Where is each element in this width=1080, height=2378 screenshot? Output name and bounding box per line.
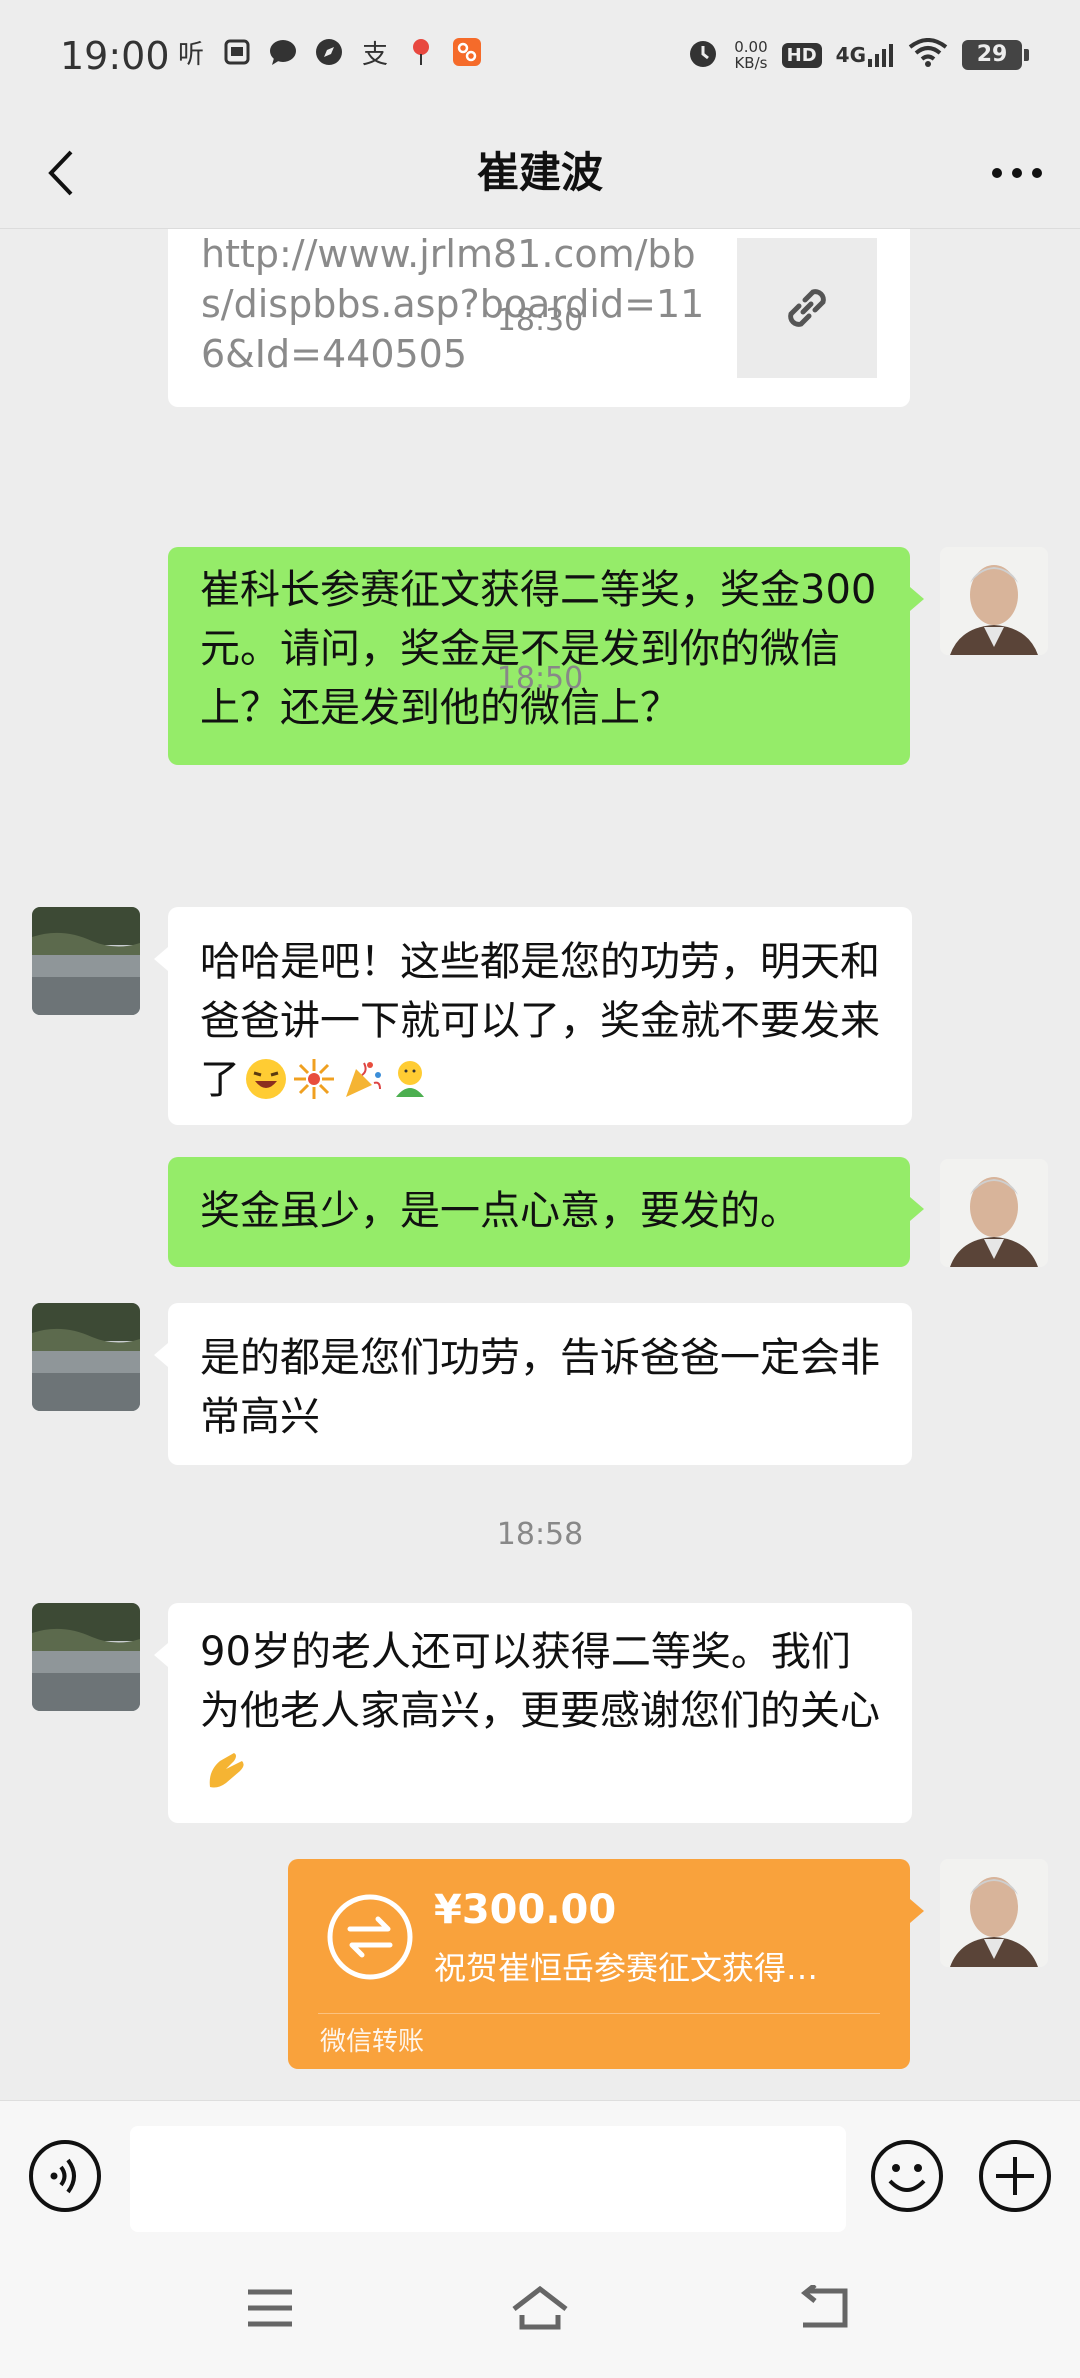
message-list[interactable]: http://www.jrlm81.com/bbs/dispbbs.asp?bo…: [0, 229, 1080, 2099]
battery-indicator: 29: [962, 40, 1029, 70]
chat-header: 崔建波: [0, 118, 1080, 229]
laughing-emoji-icon: [246, 1059, 286, 1099]
my-avatar[interactable]: [940, 1159, 1048, 1267]
voice-icon: [29, 2140, 101, 2212]
message-text: 是的都是您们功劳，告诉爸爸一定会非常高兴: [200, 1335, 880, 1440]
timestamp: 18:50: [496, 661, 584, 696]
more-icon: [992, 168, 1042, 178]
wifi-icon: [908, 38, 948, 72]
clapping-hands-emoji-icon: [209, 1753, 244, 1788]
smiley-icon: [871, 2140, 943, 2212]
party-popper-emoji-icon: [346, 1062, 381, 1097]
transfer-label: 微信转账: [320, 2027, 425, 2057]
signal-label: 4G: [835, 43, 866, 67]
timestamp: 18:58: [496, 1517, 584, 1552]
my-avatar[interactable]: [940, 547, 1048, 655]
compass-icon: [313, 36, 345, 68]
home-icon: [512, 2285, 568, 2330]
chat-title: 崔建波: [476, 148, 603, 197]
network-speed-unit: KB/s: [734, 54, 768, 72]
chat-icon: [267, 36, 299, 68]
my-avatar[interactable]: [940, 1859, 1048, 1967]
back-icon: [800, 2285, 848, 2328]
input-bar: [0, 2100, 1080, 2243]
message-text: 崔科长参赛征文获得二等奖，奖金300元。请问，奖金是不是发到你的微信上？还是发到…: [200, 567, 877, 731]
message-input[interactable]: [130, 2126, 846, 2232]
transfer-icon: [327, 1894, 413, 1980]
sent-message[interactable]: 崔科长参赛征文获得二等奖，奖金300元。请问，奖金是不是发到你的微信上？还是发到…: [168, 547, 924, 765]
back-nav-button[interactable]: [784, 2273, 864, 2343]
fireworks-emoji-icon: [294, 1059, 334, 1099]
received-message[interactable]: 90岁的老人还可以获得二等奖。我们为他老人家高兴，更要感谢您们的关心: [154, 1603, 912, 1823]
home-nav-button[interactable]: [500, 2273, 580, 2343]
contact-avatar[interactable]: [32, 1603, 140, 1711]
gallery-icon: [221, 36, 253, 68]
hd-badge: HD: [781, 42, 822, 68]
sent-message[interactable]: 奖金虽少，是一点心意，要发的。: [168, 1157, 924, 1267]
listen-icon: 听: [177, 39, 204, 70]
voice-button[interactable]: [28, 2139, 102, 2213]
contact-avatar[interactable]: [32, 1303, 140, 1411]
transfer-amount: ¥300.00: [434, 1887, 617, 1933]
emoji-group: [240, 1057, 432, 1103]
transfer-divider: [318, 2013, 880, 2014]
received-message[interactable]: 是的都是您们功劳，告诉爸爸一定会非常高兴: [154, 1303, 912, 1465]
signal-icon: 4G: [836, 43, 894, 67]
plus-icon: [979, 2140, 1051, 2212]
alipay-icon: 支: [361, 39, 388, 70]
received-message[interactable]: 哈哈是吧！这些都是您的功劳，明天和爸爸讲一下就可以了，奖金就不要发来了: [154, 907, 912, 1125]
system-nav-bar: [0, 2243, 1080, 2378]
status-bar: 19:00 听 支 0.00 KB/s HD 4G 29: [0, 0, 1080, 118]
status-time: 19:00: [60, 34, 170, 78]
menu-icon: [248, 2289, 292, 2327]
transfer-description: 祝贺崔恒岳参赛征文获得…: [434, 1949, 819, 1987]
menu-nav-button[interactable]: [230, 2273, 310, 2343]
message-text: 奖金虽少，是一点心意，要发的。: [200, 1188, 800, 1234]
pin-icon: [405, 36, 437, 68]
more-options-button[interactable]: [982, 140, 1052, 206]
app-icon: [451, 36, 483, 68]
timestamp: 18:30: [496, 303, 584, 338]
transfer-message[interactable]: ¥300.00 祝贺崔恒岳参赛征文获得… 微信转账: [288, 1859, 924, 2069]
notification-icons: 听 支: [175, 36, 483, 70]
contact-avatar[interactable]: [32, 907, 140, 1015]
emoji-button[interactable]: [870, 2139, 944, 2213]
hug-emoji-icon: [396, 1061, 424, 1097]
more-actions-button[interactable]: [978, 2139, 1052, 2213]
system-status-icons: 0.00 KB/s HD 4G 29: [686, 36, 1029, 74]
alarm-icon: [686, 36, 720, 74]
message-text: 90岁的老人还可以获得二等奖。我们为他老人家高兴，更要感谢您们的关心: [200, 1629, 880, 1734]
network-speed: 0.00 KB/s: [734, 39, 767, 71]
